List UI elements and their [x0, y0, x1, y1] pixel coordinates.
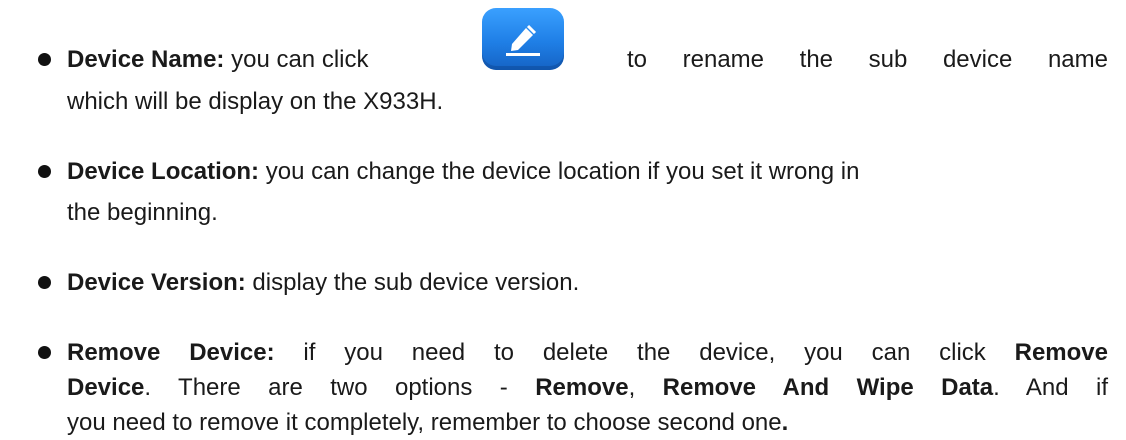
term-device-version: Device Version:	[67, 269, 246, 296]
description-text: if you need to delete the device, you ca…	[274, 339, 1015, 366]
description-text: the beginning.	[67, 199, 218, 226]
remove-and-wipe-option-label: Remove And Wipe Data	[662, 374, 994, 401]
list-item-line: Device Version: display the sub device v…	[67, 266, 1108, 300]
list-item-line: which will be display on the X933H.	[67, 85, 1108, 119]
description-text: you can click	[224, 46, 369, 73]
period-text: .	[781, 409, 789, 436]
list-item-line: Device Name: you can click to rename the…	[67, 8, 1108, 77]
bullet-dot	[38, 53, 51, 66]
description-text: which will be display on the X933H.	[67, 88, 444, 115]
description-text: you need to remove it completely, rememb…	[67, 409, 782, 436]
description-text: . And if	[993, 374, 1108, 401]
bullet-dot	[38, 165, 51, 178]
description-text: . There are two options -	[144, 374, 536, 401]
bullet-list: Device Name: you can click to rename the…	[0, 0, 1126, 437]
description-text: display the sub device version.	[245, 269, 580, 296]
bullet-dot	[38, 346, 51, 359]
description-text: you can change the device location if yo…	[259, 158, 860, 185]
description-text: to rename the sub device name	[627, 46, 1108, 73]
edit-pencil-icon[interactable]	[482, 8, 564, 70]
list-item-line: you need to remove it completely, rememb…	[67, 406, 1108, 440]
list-item-line: Remove Device: if you need to delete the…	[67, 336, 1108, 370]
term-remove-device: Remove Device:	[67, 339, 275, 366]
term-device-location: Device Location:	[67, 158, 260, 185]
list-item-line: Device Location: you can change the devi…	[67, 155, 1108, 189]
bullet-dot	[38, 276, 51, 289]
remove-device-label: Device	[67, 374, 145, 401]
separator-text: ,	[628, 374, 663, 401]
remove-option-label: Remove	[535, 374, 629, 401]
term-device-name: Device Name:	[67, 46, 225, 73]
list-item-line: the beginning.	[67, 196, 1108, 230]
list-item-line: Device. There are two options - Remove, …	[67, 371, 1108, 405]
remove-device-label: Remove	[1014, 339, 1108, 366]
